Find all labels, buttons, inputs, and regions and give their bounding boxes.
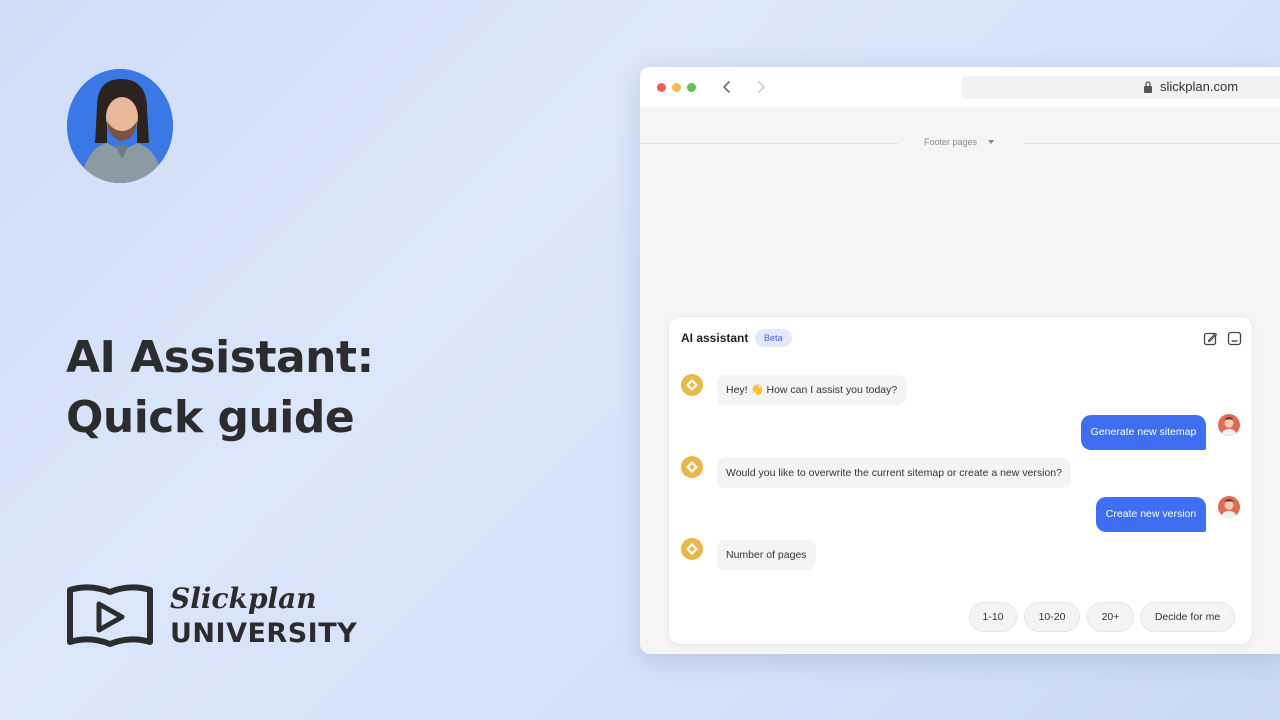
- bot-message: Number of pages: [717, 540, 816, 570]
- option-chip-decide-for-me[interactable]: Decide for me: [1140, 602, 1235, 632]
- footer-pages-section: Footer pages: [640, 135, 1280, 155]
- guide-title-line2: Quick guide: [66, 392, 355, 443]
- caret-down-icon[interactable]: [987, 139, 995, 145]
- bot-message: Hey! 👋 How can I assist you today?: [717, 375, 907, 405]
- ai-assistant-panel: AI assistant Beta Hey! 👋 How can I assis…: [668, 316, 1253, 645]
- minimize-icon[interactable]: [1227, 331, 1242, 346]
- window-maximize-button[interactable]: [687, 83, 696, 92]
- assistant-avatar-icon: [681, 374, 703, 396]
- address-bar[interactable]: slickplan.com: [962, 76, 1280, 99]
- chevron-left-icon[interactable]: [720, 79, 734, 95]
- chevron-right-icon[interactable]: [754, 79, 768, 95]
- presenter-avatar: [67, 69, 173, 183]
- user-message: Create new version: [1096, 497, 1206, 532]
- open-book-play-icon: [67, 584, 153, 647]
- divider: [640, 143, 898, 144]
- option-chip-1-10[interactable]: 1-10: [969, 602, 1017, 632]
- option-chip-10-20[interactable]: 10-20: [1024, 602, 1080, 632]
- brand-logo: Slickplan UNIVERSITY: [66, 582, 376, 652]
- window-minimize-button[interactable]: [672, 83, 681, 92]
- beta-badge: Beta: [755, 329, 792, 347]
- lock-icon: [1144, 81, 1152, 93]
- user-avatar: [1218, 496, 1240, 518]
- address-url: slickplan.com: [1160, 79, 1239, 94]
- edit-icon[interactable]: [1203, 331, 1218, 346]
- user-avatar: [1218, 414, 1240, 436]
- window-close-button[interactable]: [657, 83, 666, 92]
- user-message: Generate new sitemap: [1081, 415, 1206, 450]
- option-chip-20-plus[interactable]: 20+: [1087, 602, 1134, 632]
- brand-script-name: Slickplan: [170, 582, 317, 615]
- footer-pages-label[interactable]: Footer pages: [924, 137, 977, 147]
- brand-subtitle: UNIVERSITY: [170, 618, 358, 649]
- assistant-title: AI assistant: [681, 331, 749, 345]
- guide-title-line1: AI Assistant:: [66, 332, 374, 383]
- assistant-avatar-icon: [681, 456, 703, 478]
- bot-message: Would you like to overwrite the current …: [717, 458, 1071, 488]
- assistant-avatar-icon: [681, 538, 703, 560]
- guide-title: AI Assistant: Quick guide: [66, 328, 374, 448]
- divider: [1024, 143, 1280, 144]
- browser-toolbar: slickplan.com: [640, 67, 1280, 107]
